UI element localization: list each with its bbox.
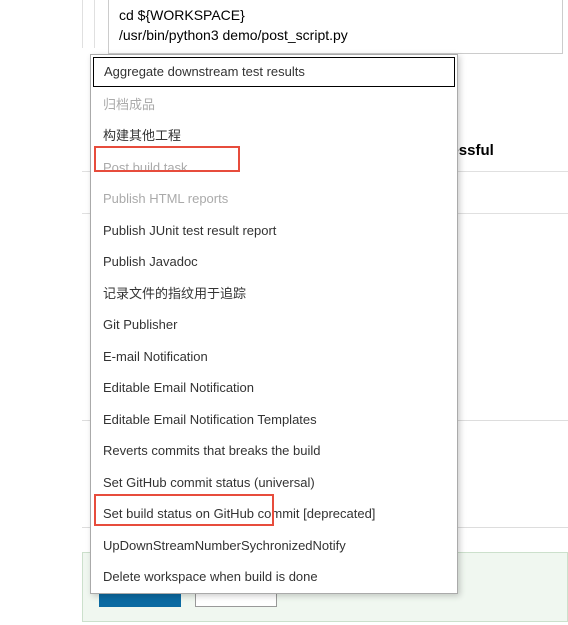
- dropdown-item-13[interactable]: Set GitHub commit status (universal): [91, 467, 457, 499]
- dropdown-item-0[interactable]: Aggregate downstream test results: [93, 57, 455, 87]
- dropdown-item-5[interactable]: Publish JUnit test result report: [91, 215, 457, 247]
- dropdown-item-4[interactable]: Publish HTML reports: [91, 183, 457, 215]
- script-line-1: cd ${WORKSPACE}: [119, 7, 245, 23]
- dropdown-item-14[interactable]: Set build status on GitHub commit [depre…: [91, 498, 457, 530]
- dropdown-item-7[interactable]: 记录文件的指纹用于追踪: [91, 278, 457, 310]
- dropdown-item-16[interactable]: Delete workspace when build is done: [91, 561, 457, 593]
- dropdown-item-12[interactable]: Reverts commits that breaks the build: [91, 435, 457, 467]
- dropdown-item-15[interactable]: UpDownStreamNumberSychronizedNotify: [91, 530, 457, 562]
- dropdown-item-9[interactable]: E-mail Notification: [91, 341, 457, 373]
- dropdown-item-11[interactable]: Editable Email Notification Templates: [91, 404, 457, 436]
- dropdown-item-2[interactable]: 构建其他工程: [91, 120, 457, 152]
- script-line-2: /usr/bin/python3 demo/post_script.py: [119, 27, 348, 43]
- post-build-actions-dropdown: Aggregate downstream test results归档成品构建其…: [90, 54, 458, 594]
- dropdown-item-8[interactable]: Git Publisher: [91, 309, 457, 341]
- dropdown-item-6[interactable]: Publish Javadoc: [91, 246, 457, 278]
- dropdown-item-3[interactable]: Post build task: [91, 152, 457, 184]
- dropdown-item-10[interactable]: Editable Email Notification: [91, 372, 457, 404]
- dropdown-item-1[interactable]: 归档成品: [91, 89, 457, 121]
- script-content[interactable]: cd ${WORKSPACE} /usr/bin/python3 demo/po…: [108, 0, 563, 54]
